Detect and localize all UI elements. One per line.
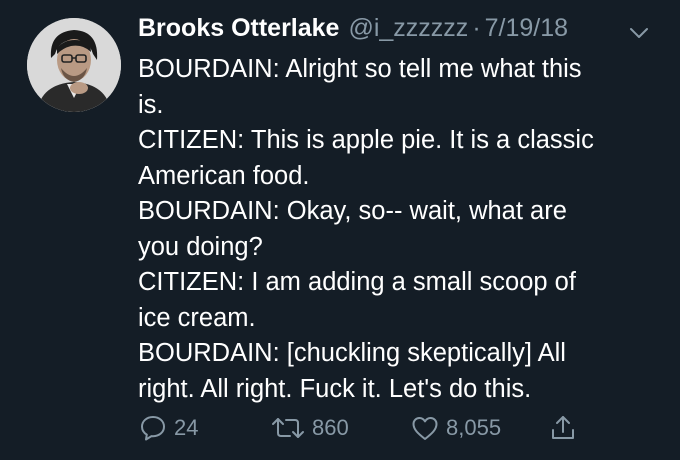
tweet-text: BOURDAIN: Alright so tell me what this i… xyxy=(138,52,658,407)
tweet-line: right. All right. Fuck it. Let's do this… xyxy=(138,374,532,403)
display-name[interactable]: Brooks Otterlake xyxy=(138,14,339,43)
tweet-date[interactable]: 7/19/18 xyxy=(485,14,568,43)
tweet-line: you doing? xyxy=(138,232,263,261)
tweet-line: is. xyxy=(138,90,164,119)
tweet-line: ice cream. xyxy=(138,303,256,332)
retweet-button[interactable]: 860 xyxy=(270,410,349,446)
tweet-line: BOURDAIN: Alright so tell me what this xyxy=(138,55,582,83)
user-handle[interactable]: @i_zzzzzz xyxy=(348,14,468,43)
heart-icon xyxy=(412,417,438,440)
chevron-down-icon[interactable] xyxy=(629,26,649,40)
like-count: 8,055 xyxy=(446,415,502,440)
tweet-line: CITIZEN: I am adding a small scoop of xyxy=(138,268,576,296)
like-button[interactable]: 8,055 xyxy=(410,410,501,446)
tweet: Brooks Otterlake @i_zzzzzz · 7/19/18 BOU… xyxy=(0,0,680,460)
tweet-header: Brooks Otterlake @i_zzzzzz · 7/19/18 xyxy=(138,14,568,48)
reply-count: 24 xyxy=(174,415,199,440)
separator-dot: · xyxy=(472,14,481,42)
share-icon xyxy=(552,416,574,439)
reply-button[interactable]: 24 xyxy=(138,410,198,446)
tweet-actions: 24 860 8,055 xyxy=(138,410,598,446)
reply-icon xyxy=(141,416,165,441)
tweet-line: BOURDAIN: [chuckling skeptically] All xyxy=(138,339,566,367)
tweet-line: CITIZEN: This is apple pie. It is a clas… xyxy=(138,126,594,154)
retweet-count: 860 xyxy=(312,415,349,440)
avatar-photo xyxy=(27,18,121,112)
retweet-icon xyxy=(272,418,304,438)
tweet-line: BOURDAIN: Okay, so-- wait, what are xyxy=(138,197,567,225)
share-button[interactable] xyxy=(548,410,578,446)
avatar[interactable] xyxy=(27,18,121,112)
tweet-line: American food. xyxy=(138,161,310,190)
